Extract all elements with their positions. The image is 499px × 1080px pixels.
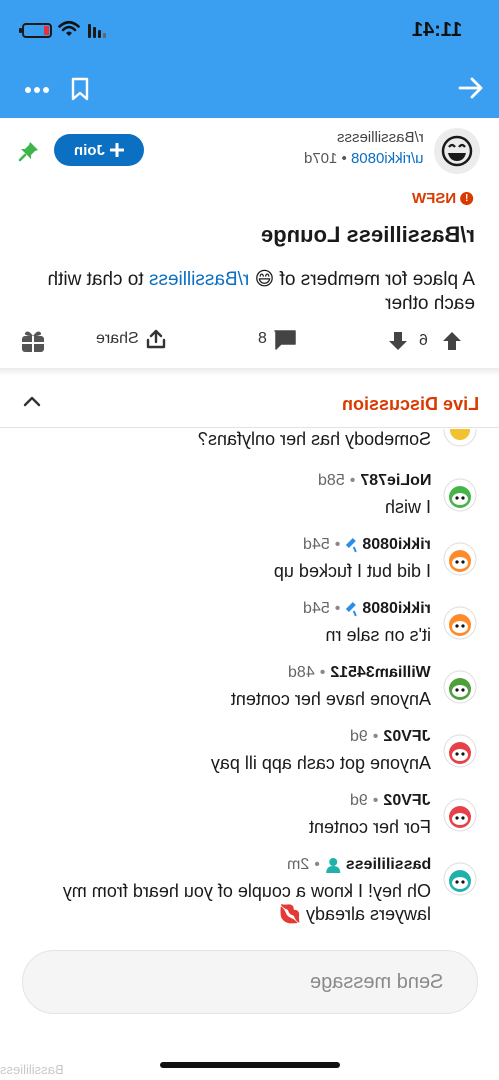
message-author[interactable]: bassililiess [346, 856, 431, 874]
wifi-icon [58, 20, 80, 36]
message-text: it's on sale rn [325, 625, 432, 645]
message-author[interactable]: NoLie787 [360, 472, 431, 490]
avatar[interactable] [443, 798, 477, 832]
message-age: 2m [286, 856, 309, 873]
subreddit-name[interactable]: r/Bassilliesss [337, 129, 424, 146]
forward-arrow-icon[interactable] [458, 76, 484, 100]
status-bar: 11:41 [0, 0, 499, 62]
home-indicator[interactable] [160, 1062, 340, 1068]
plus-icon [110, 143, 125, 157]
live-discussion-header[interactable]: Live Discussion [0, 378, 499, 428]
message-text: I did but I fucked up [273, 561, 431, 581]
post-title: r/Bassilliess Lounge [261, 222, 475, 247]
avatar[interactable] [443, 429, 477, 447]
message-age: 58d [317, 472, 345, 489]
message-meta: JFV02 • 9d [350, 728, 431, 746]
chevron-up-icon[interactable] [22, 394, 42, 408]
status-time: 11:41 [412, 19, 463, 41]
join-button[interactable]: Join [54, 134, 144, 166]
avatar[interactable] [443, 670, 477, 704]
watermark: Bassililiess [0, 1062, 64, 1077]
post-body-link[interactable]: r/Bassilliess [149, 269, 249, 290]
message-author[interactable]: JFV02 [384, 792, 431, 810]
post-age: 107d [304, 150, 338, 167]
avatar[interactable] [443, 478, 477, 512]
downvote-icon[interactable] [388, 330, 408, 352]
more-icon[interactable] [24, 86, 50, 94]
send-message-input[interactable]: Send message [22, 950, 478, 1014]
avatar[interactable] [443, 542, 477, 576]
post-meta: u/rikki0808 • 107d [304, 150, 424, 167]
vote-count: 6 [419, 332, 428, 349]
message-text: For her content [308, 817, 431, 837]
chat-list[interactable]: Somebody has her onlyfans? NoLie787 • 58… [0, 429, 499, 949]
comments-button[interactable]: 8 [258, 328, 297, 350]
moderator-icon [325, 858, 340, 873]
message-meta: NoLie787 • 58d [317, 472, 431, 490]
share-button[interactable]: Share [96, 328, 167, 350]
message-author[interactable]: JFV02 [384, 728, 431, 746]
bookmark-icon[interactable] [70, 77, 90, 101]
post-actions: Share 8 6 [0, 328, 499, 358]
message-text: Anyone got cash app ill pay [210, 753, 431, 773]
message-age: 54d [303, 536, 330, 553]
join-label: Join [73, 141, 105, 159]
post-author[interactable]: u/rikki0808 [351, 150, 424, 167]
nsfw-badge: ! NSFW [412, 190, 473, 207]
mic-icon [346, 538, 358, 553]
message-age: 54d [303, 600, 330, 617]
message-meta: rikki0808 • 54d [303, 600, 431, 618]
message-author[interactable]: William34512 [331, 664, 431, 682]
battery-icon [19, 23, 52, 38]
message-text: Anyone have her content [230, 689, 431, 709]
cellular-signal-icon [88, 24, 106, 38]
message-meta: rikki0808 • 54d [303, 536, 431, 554]
post-body: A place for members of 😄 r/Bassilliess t… [47, 269, 475, 314]
message-age: 9d [350, 792, 369, 809]
message-author[interactable]: rikki0808 [362, 536, 431, 554]
app-bar [0, 62, 499, 118]
send-message-placeholder: Send message [309, 971, 443, 993]
avatar[interactable] [443, 862, 477, 896]
comment-icon [274, 330, 296, 350]
upvote-icon[interactable] [442, 330, 462, 352]
message-meta: William34512 • 48d [288, 664, 431, 682]
avatar[interactable] [443, 734, 477, 768]
pin-icon [18, 142, 38, 162]
message-text: I wish [384, 497, 431, 517]
message-meta: bassililiess • 2m [286, 856, 431, 874]
award-icon[interactable] [20, 328, 46, 354]
message-text: Somebody has her onlyfans? [197, 429, 431, 449]
grin-emoji-icon: 😄 [254, 269, 275, 290]
message-meta: JFV02 • 9d [350, 792, 431, 810]
live-discussion-title: Live Discussion [341, 394, 479, 414]
message-text: Oh hey! I know a couple of you heard fro… [62, 881, 431, 924]
section-divider [0, 368, 499, 376]
share-icon [146, 329, 165, 349]
message-age: 9d [350, 728, 369, 745]
message-age: 48d [288, 664, 316, 681]
message-author[interactable]: rikki0808 [362, 600, 431, 618]
avatar[interactable] [443, 606, 477, 640]
nsfw-icon: ! [460, 192, 473, 205]
subreddit-avatar[interactable] [434, 128, 480, 174]
mic-icon [346, 602, 358, 617]
